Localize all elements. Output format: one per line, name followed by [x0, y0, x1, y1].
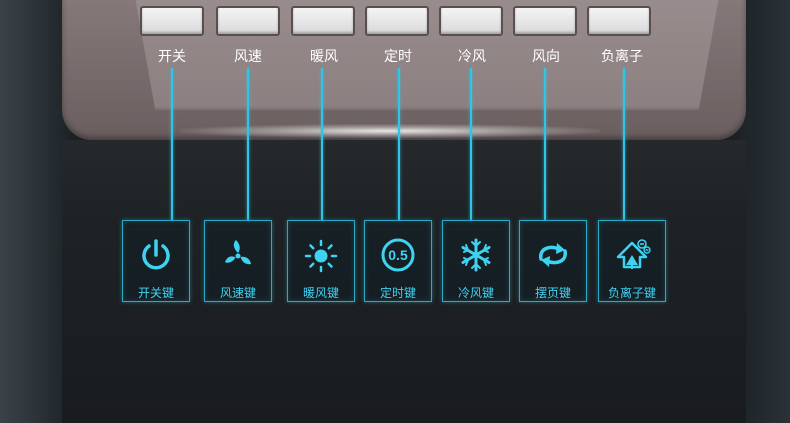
swing-arrows-icon [533, 235, 573, 275]
key-label-negative-ion: 负离子键 [607, 286, 656, 300]
key-label-timer: 定时键 [379, 286, 416, 300]
key-label-swing: 摆页键 [534, 286, 571, 300]
key-label-warm: 暖风键 [302, 286, 339, 300]
key-label-power: 开关键 [137, 286, 174, 300]
hw-button-swing[interactable] [513, 6, 577, 36]
connector-line-swing [544, 68, 546, 220]
power-icon [136, 235, 176, 275]
key-label-fan-speed: 风速键 [219, 286, 256, 300]
key-fan-speed: 风速键 [204, 220, 272, 302]
hw-button-fan-speed[interactable] [216, 6, 280, 36]
connector-line-timer [398, 68, 400, 220]
connector-line-warm [321, 68, 323, 220]
connector-line-cool [470, 68, 472, 220]
panel-label-swing: 风向 [532, 49, 560, 65]
panel-label-fan-speed: 风速 [234, 49, 262, 65]
key-negative-ion: 负离子键 [598, 220, 666, 302]
backdrop-right [740, 0, 790, 423]
backdrop-left [0, 0, 70, 423]
panel-label-power: 开关 [158, 49, 186, 65]
fan-icon [218, 235, 258, 275]
hw-button-warm[interactable] [291, 6, 355, 36]
hw-button-timer[interactable] [365, 6, 429, 36]
connector-line-fan-speed [247, 68, 249, 220]
key-power: 开关键 [122, 220, 190, 302]
panel-label-timer: 定时 [384, 49, 412, 65]
hw-button-power[interactable] [140, 6, 204, 36]
connector-line-power [171, 68, 173, 220]
panel-label-ion: 负离子 [601, 49, 643, 65]
timer-icon-text: 0.5 [388, 247, 408, 263]
hw-button-ion[interactable] [587, 6, 651, 36]
snowflake-icon [456, 235, 496, 275]
key-cool: 冷风键 [442, 220, 510, 302]
sun-icon [301, 235, 341, 275]
hw-button-cool[interactable] [439, 6, 503, 36]
panel-rim-highlight [180, 124, 600, 138]
timer-icon: 0.5 [378, 235, 418, 275]
key-timer: 0.5 定时键 [364, 220, 432, 302]
negative-ion-icon [612, 235, 652, 275]
key-warm: 暖风键 [287, 220, 355, 302]
panel-label-warm: 暖风 [310, 49, 338, 65]
panel-label-cool: 冷风 [458, 49, 486, 65]
key-swing: 摆页键 [519, 220, 587, 302]
key-label-cool: 冷风键 [457, 286, 494, 300]
connector-line-ion [623, 68, 625, 220]
